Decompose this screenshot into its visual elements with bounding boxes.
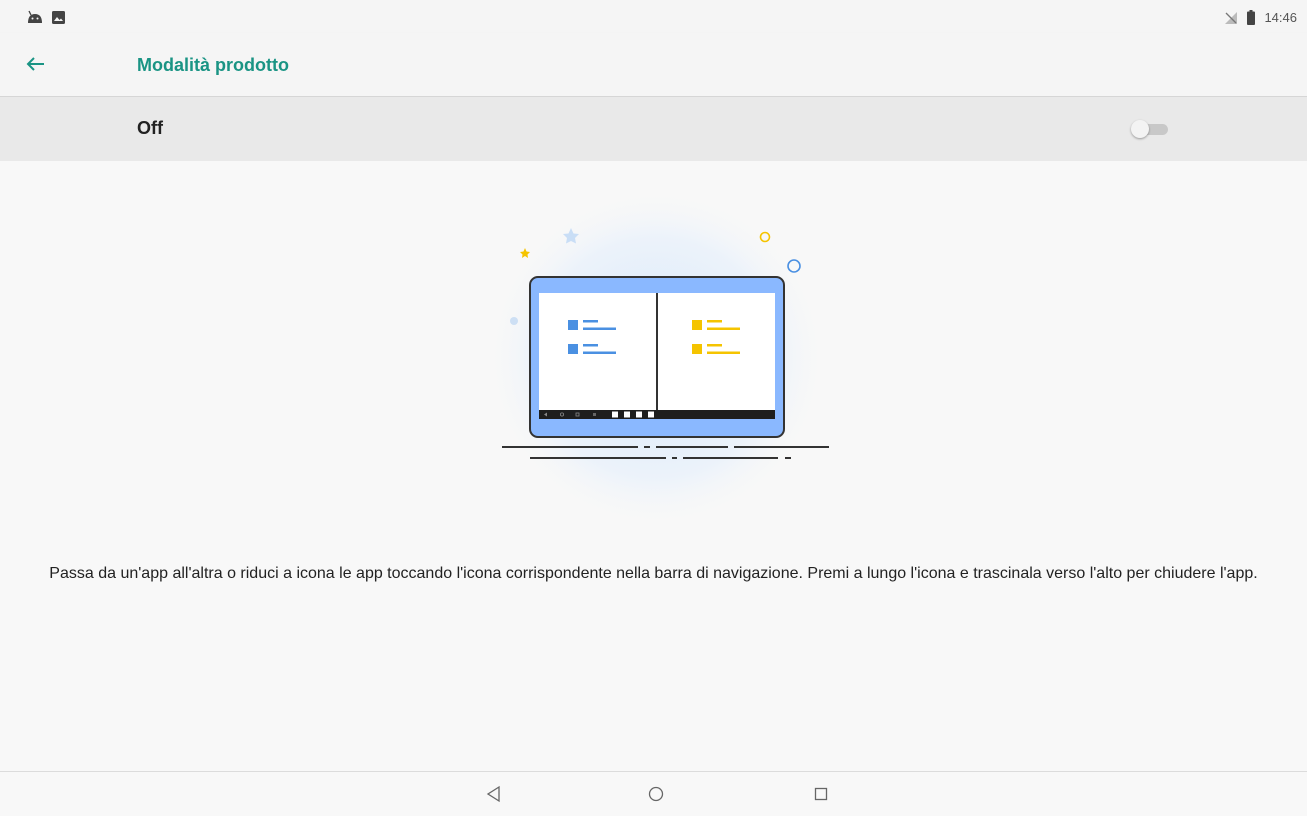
status-time: 14:46 [1264, 10, 1297, 25]
home-circle-icon [648, 786, 664, 802]
product-mode-toggle-row[interactable]: Off [0, 97, 1307, 161]
dot-icon [510, 317, 518, 325]
battery-icon [1247, 10, 1256, 25]
back-button[interactable] [22, 50, 50, 78]
app-bar: Modalità prodotto [0, 33, 1307, 97]
android-icon [28, 10, 42, 23]
no-sim-icon [1225, 11, 1238, 24]
switch-thumb [1131, 120, 1149, 138]
tablet-nav-strip [539, 410, 775, 419]
nav-back-button[interactable] [483, 783, 505, 805]
product-mode-switch[interactable] [1131, 120, 1169, 138]
page-title: Modalità prodotto [137, 55, 289, 75]
status-left-icons [27, 10, 65, 24]
nav-home-button[interactable] [645, 783, 667, 805]
nav-recents-button[interactable] [810, 783, 832, 805]
arrow-left-icon [26, 57, 44, 71]
description-text: Passa da un'app all'altra o riduci a ico… [49, 565, 1258, 582]
split-screen-illustration [478, 180, 858, 540]
recents-square-icon [814, 787, 828, 801]
system-nav-bar [0, 771, 1307, 816]
back-triangle-icon [486, 785, 500, 803]
image-icon [52, 10, 65, 24]
toggle-label: Off [137, 118, 163, 138]
status-right-icons: 14:46 [1224, 10, 1297, 25]
status-bar: 14:46 [0, 0, 1307, 33]
